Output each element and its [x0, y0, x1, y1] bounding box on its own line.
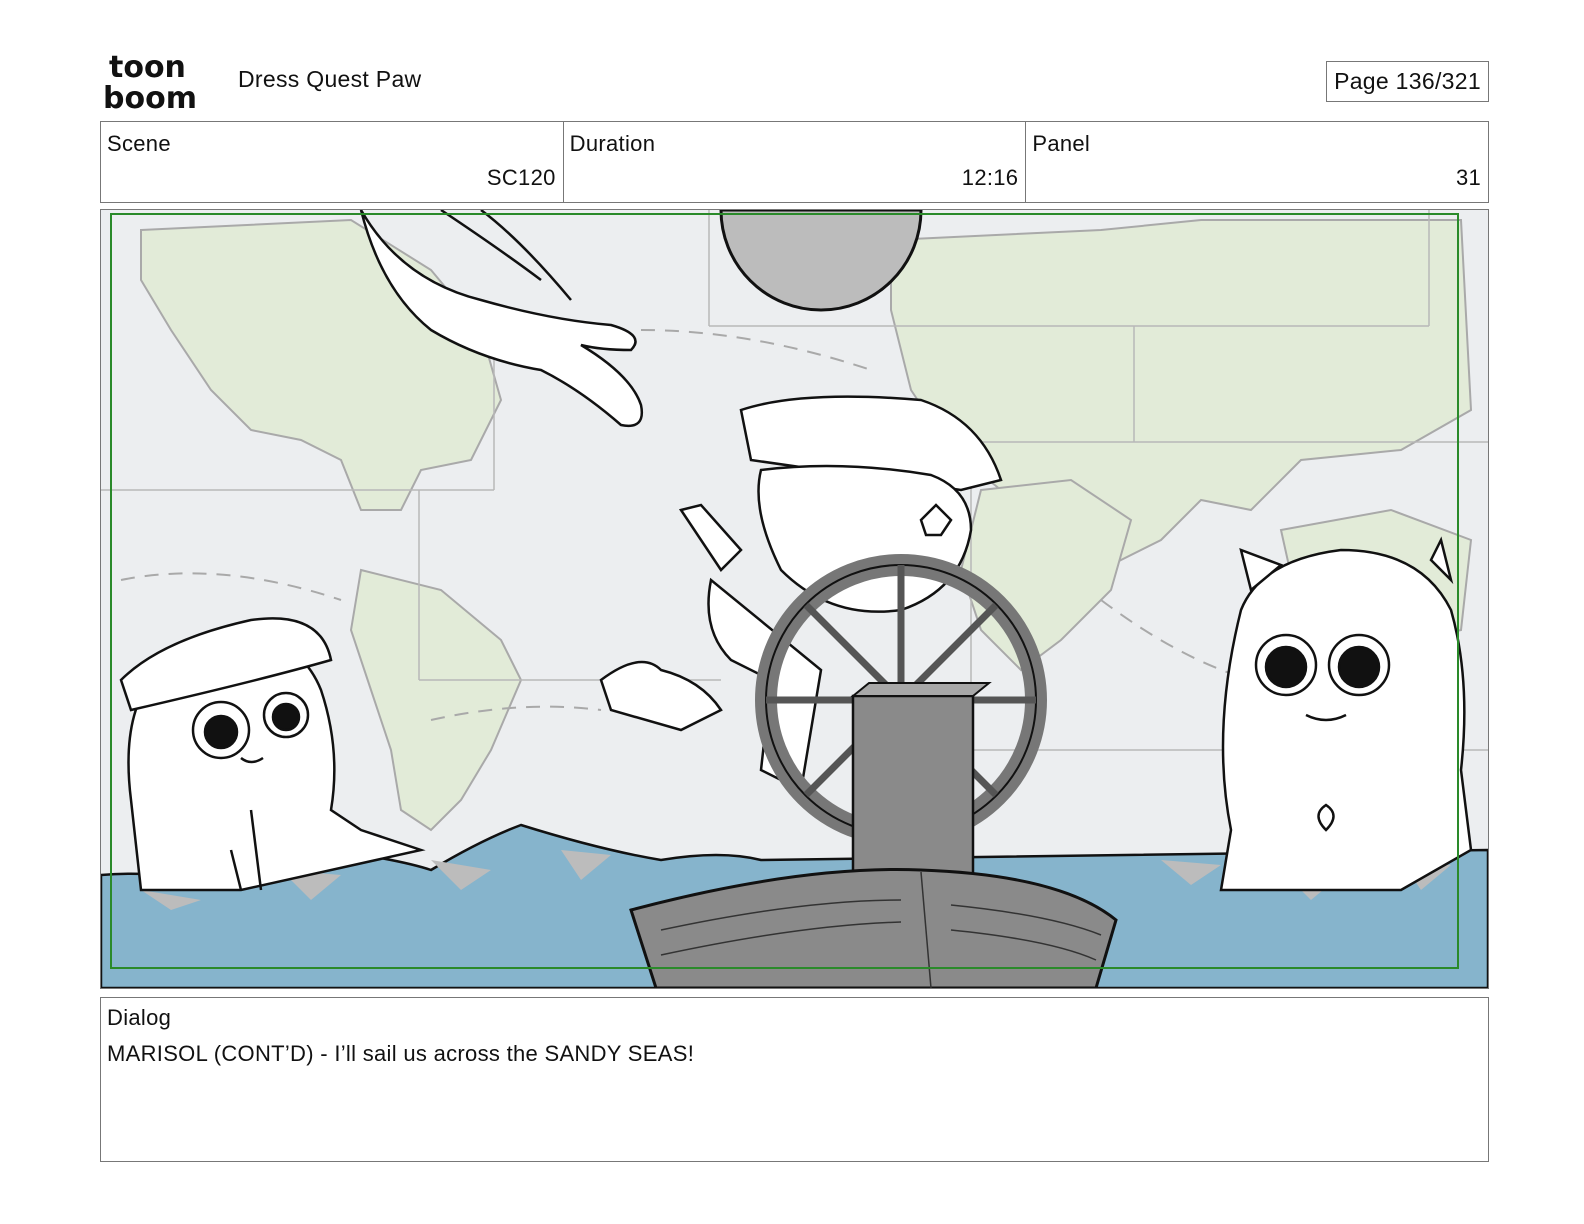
panel-value: 31	[1455, 165, 1482, 190]
page-indicator: Page 136/321	[1326, 61, 1489, 102]
dialog-label: Dialog	[107, 1005, 172, 1030]
toonboom-logo: toon boom	[103, 50, 215, 112]
dialog-box: Dialog MARISOL (CONT’D) - I’ll sail us a…	[100, 997, 1489, 1162]
logo-text-top: toon	[109, 50, 186, 85]
right-girl-drawing	[1219, 536, 1473, 892]
info-row: Scene SC120 Duration 12:16 Panel 31	[100, 121, 1489, 203]
storyboard-panel	[100, 209, 1489, 989]
scene-value: SC120	[486, 165, 556, 190]
toonboom-logo-graphic: toon boom	[103, 50, 197, 112]
duration-value: 12:16	[961, 165, 1019, 190]
panel-drawing	[101, 210, 1488, 988]
project-title: Dress Quest Paw	[238, 66, 422, 92]
dialog-text: MARISOL (CONT’D) - I’ll sail us across t…	[107, 1041, 695, 1066]
duration-cell: Duration 12:16	[564, 122, 1027, 202]
scene-label: Scene	[107, 131, 171, 156]
panel-label: Panel	[1032, 131, 1091, 156]
duration-label: Duration	[569, 131, 656, 156]
logo-text-bottom: boom	[103, 81, 197, 112]
scene-cell: Scene SC120	[101, 122, 564, 202]
panel-cell: Panel 31	[1026, 122, 1488, 202]
